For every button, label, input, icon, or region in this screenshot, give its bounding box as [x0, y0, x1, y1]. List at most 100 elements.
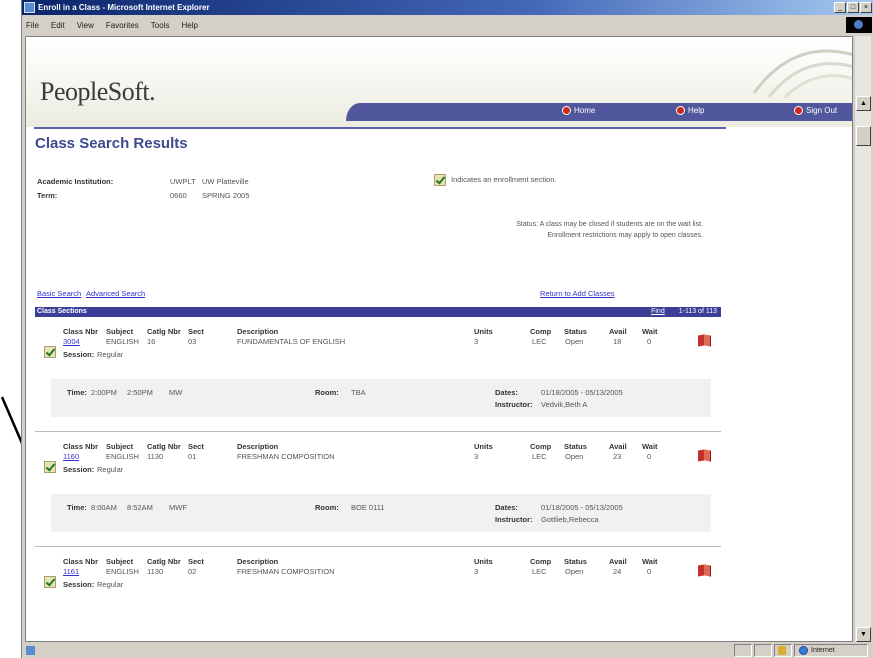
meeting-info: Time: 2:00PM 2:50PM MW Room: TBA Dates: … — [51, 379, 711, 417]
time-end: 2:50PM — [127, 388, 153, 397]
class-sections-grid: Class Sections Find 1-113 of 113 Class N… — [35, 307, 721, 609]
header-swirl-icon — [752, 49, 852, 98]
room-label: Room: — [315, 388, 339, 397]
description-value: FUNDAMENTALS OF ENGLISH — [237, 337, 346, 346]
term-label: Term: — [37, 191, 58, 200]
menu-tools[interactable]: Tools — [151, 21, 170, 30]
basic-search-link[interactable]: Basic Search — [37, 289, 81, 298]
class-nbr-link[interactable]: 1160 — [63, 452, 79, 461]
scroll-thumb[interactable] — [856, 126, 871, 146]
vertical-scrollbar[interactable]: ▲ ▼ — [854, 36, 871, 642]
textbook-icon[interactable] — [698, 449, 711, 462]
enrollment-check-icon — [44, 576, 56, 588]
instructor-label: Instructor: — [495, 515, 533, 524]
window-title: Enroll in a Class - Microsoft Internet E… — [38, 3, 210, 12]
time-label: Time: — [67, 388, 87, 397]
col-class-nbr-label: Class Nbr — [63, 557, 99, 566]
description-value: FRESHMAN COMPOSITION — [237, 567, 335, 576]
col-class-nbr-label: Class Nbr — [63, 442, 99, 451]
status-note-line1: Status: A class may be closed if student… — [516, 221, 703, 228]
menu-file[interactable]: File — [26, 21, 39, 30]
class-nbr-link[interactable]: 3004 — [63, 337, 80, 346]
peoplesoft-logo: PeopleSoft. — [40, 77, 156, 106]
term-code: 0660 — [170, 191, 187, 200]
enrollment-check-icon — [44, 461, 56, 473]
enrollment-check-icon — [44, 346, 56, 358]
comp-value: LEC — [532, 567, 547, 576]
time-label: Time: — [67, 503, 87, 512]
zone-cell: Internet — [794, 644, 868, 657]
col-subject-label: Subject — [106, 442, 134, 451]
catlg-value: 1130 — [147, 452, 164, 461]
advanced-search-link[interactable]: Advanced Search — [86, 289, 145, 298]
menu-bar: File Edit View Favorites Tools Help — [22, 16, 873, 34]
close-button[interactable]: × — [860, 2, 872, 13]
session-label: Session: — [63, 580, 95, 589]
textbook-icon[interactable] — [698, 334, 711, 347]
class-section: Class Nbr Subject Catlg Nbr Sect Descrip… — [35, 317, 721, 432]
find-link[interactable]: Find — [651, 307, 665, 317]
ie-icon — [24, 2, 35, 13]
time-start: 2:00PM — [91, 388, 117, 397]
signout-label: Sign Out — [806, 106, 838, 115]
menu-edit[interactable]: Edit — [51, 21, 65, 30]
menu-help[interactable]: Help — [181, 21, 197, 30]
status-note: Status: A class may be closed if student… — [426, 219, 703, 241]
avail-value: 18 — [613, 337, 622, 346]
subject-value: ENGLISH — [106, 567, 139, 576]
help-icon — [676, 106, 685, 115]
help-link[interactable]: Help — [676, 106, 704, 115]
class-section: Class Nbr Subject Catlg Nbr Sect Descrip… — [35, 547, 721, 609]
col-units-label: Units — [474, 442, 493, 451]
menu-view[interactable]: View — [77, 21, 94, 30]
instructor-label: Instructor: — [495, 400, 533, 409]
col-desc-label: Description — [237, 442, 279, 451]
col-desc-label: Description — [237, 557, 279, 566]
avail-value: 24 — [613, 567, 622, 576]
session-value: Regular — [97, 350, 124, 359]
scroll-down-arrow-icon[interactable]: ▼ — [856, 627, 871, 642]
menu-favorites[interactable]: Favorites — [106, 21, 139, 30]
signout-link[interactable]: Sign Out — [794, 106, 837, 115]
textbook-icon[interactable] — [698, 564, 711, 577]
col-subject-label: Subject — [106, 557, 134, 566]
units-value: 3 — [474, 337, 479, 346]
time-end: 8:52AM — [127, 503, 153, 512]
legend-text: Indicates an enrollment section. — [451, 175, 557, 184]
home-link[interactable]: Home — [562, 106, 595, 115]
maximize-button[interactable]: □ — [847, 2, 859, 13]
return-to-add-classes-link[interactable]: Return to Add Classes — [540, 289, 615, 298]
class-nbr-link[interactable]: 1161 — [63, 567, 79, 576]
session-label: Session: — [63, 465, 95, 474]
title-rule — [34, 127, 726, 129]
room-value: TBA — [351, 388, 366, 397]
meeting-info: Time: 8:00AM 8:52AM MWF Room: BOE 0111 D… — [51, 494, 711, 532]
col-comp-label: Comp — [530, 442, 552, 451]
lock-icon — [778, 646, 786, 655]
title-bar: Enroll in a Class - Microsoft Internet E… — [22, 0, 873, 15]
home-icon — [562, 106, 571, 115]
page-title: Class Search Results — [35, 135, 188, 152]
signout-icon — [794, 106, 803, 115]
institution-code: UWPLT — [170, 177, 196, 186]
term-name: SPRING 2005 — [202, 191, 250, 200]
col-avail-label: Avail — [609, 442, 627, 451]
col-wait-label: Wait — [642, 557, 658, 566]
col-comp-label: Comp — [530, 327, 552, 336]
col-catlg-label: Catlg Nbr — [147, 557, 181, 566]
col-subject-label: Subject — [106, 327, 134, 336]
status-note-line2: Enrollment restrictions may apply to ope… — [547, 232, 703, 239]
minimize-button[interactable]: _ — [834, 2, 846, 13]
status-value: Open — [565, 567, 584, 576]
instructor-value: Gottlieb,Rebecca — [541, 515, 599, 524]
session-value: Regular — [97, 465, 124, 474]
subject-value: ENGLISH — [106, 337, 139, 346]
scroll-up-arrow-icon[interactable]: ▲ — [856, 96, 871, 111]
col-units-label: Units — [474, 327, 493, 336]
col-wait-label: Wait — [642, 327, 658, 336]
col-class-nbr-label: Class Nbr — [63, 327, 99, 336]
home-label: Home — [574, 106, 596, 115]
avail-value: 23 — [613, 452, 622, 461]
status-cell — [734, 644, 752, 657]
col-comp-label: Comp — [530, 557, 552, 566]
